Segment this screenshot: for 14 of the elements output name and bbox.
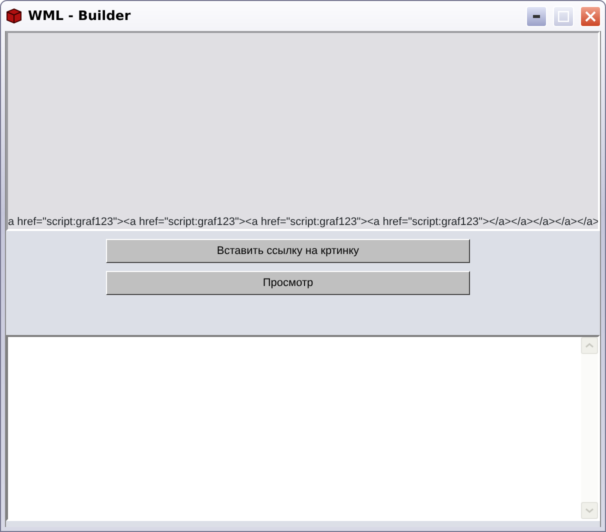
scrollbar[interactable] bbox=[581, 337, 598, 519]
maximize-button[interactable] bbox=[553, 6, 574, 26]
scroll-up-icon[interactable] bbox=[581, 337, 598, 354]
text-area[interactable] bbox=[6, 335, 600, 521]
close-button[interactable] bbox=[580, 6, 601, 26]
action-button[interactable]: Просмотр bbox=[106, 271, 470, 295]
maximize-icon bbox=[558, 10, 569, 22]
close-icon bbox=[585, 10, 596, 22]
minimize-icon bbox=[533, 14, 540, 18]
window-title: WML - Builder bbox=[28, 8, 131, 24]
action-button[interactable]: Вставить ссылку на кртинку bbox=[106, 239, 470, 263]
app-icon bbox=[6, 8, 22, 24]
scroll-down-icon[interactable] bbox=[581, 502, 598, 519]
minimize-button[interactable] bbox=[526, 6, 547, 26]
